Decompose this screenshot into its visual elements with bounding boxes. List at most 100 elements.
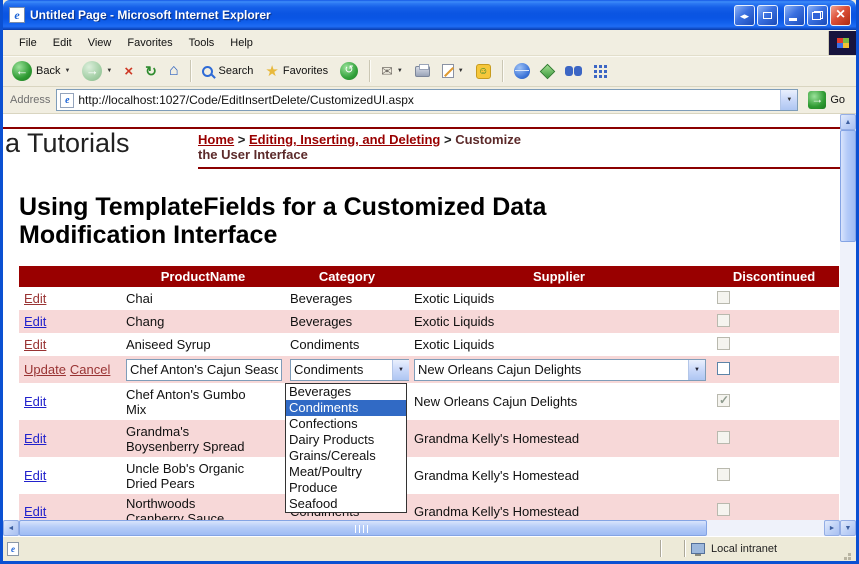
table-row: Edit Aniseed Syrup Condiments Exotic Liq…: [19, 333, 839, 356]
supplier-cell: New Orleans Cajun Delights: [409, 394, 709, 409]
edit-link[interactable]: Edit: [24, 394, 46, 409]
product-cell: Chef Anton's Gumbo Mix: [126, 387, 254, 417]
breadcrumb-section-link[interactable]: Editing, Inserting, and Deleting: [249, 132, 440, 147]
discontinued-checkbox: [717, 468, 730, 481]
back-dropdown-icon[interactable]: [64, 68, 70, 74]
edit-page-button[interactable]: [437, 62, 469, 80]
forward-button[interactable]: [77, 59, 117, 83]
dropdown-option[interactable]: Seafood: [286, 496, 406, 512]
nav-arrows-button[interactable]: [734, 5, 755, 26]
window-icon: [763, 12, 772, 19]
supplier-cell: Grandma Kelly's Homestead: [409, 431, 709, 446]
scroll-up-button[interactable]: [840, 114, 856, 130]
menu-file[interactable]: File: [11, 34, 45, 52]
category-dropdown[interactable]: Condiments: [290, 359, 409, 381]
address-label: Address: [10, 94, 50, 106]
edit-link[interactable]: Edit: [24, 314, 46, 329]
search-button[interactable]: Search: [197, 63, 259, 79]
edit-link[interactable]: Edit: [24, 291, 46, 306]
dropdown-option[interactable]: Meat/Poultry: [286, 464, 406, 480]
chevron-down-icon[interactable]: [392, 360, 409, 380]
edit-link[interactable]: Edit: [24, 468, 46, 483]
chevron-down-icon[interactable]: [688, 360, 705, 380]
close-button[interactable]: [830, 5, 851, 26]
refresh-icon: [145, 63, 157, 80]
dropdown-option[interactable]: Confections: [286, 416, 406, 432]
minimize-button[interactable]: [784, 5, 805, 26]
window-popout-button[interactable]: [757, 5, 778, 26]
standard-toolbar: Back Search Favorites: [3, 56, 856, 87]
go-button[interactable]: Go: [804, 90, 849, 110]
history-icon: [340, 62, 358, 80]
minimize-icon: [789, 18, 797, 21]
breadcrumb-current: the User Interface: [198, 147, 308, 162]
discontinued-checkbox: [717, 431, 730, 444]
mail-dropdown-icon[interactable]: [397, 68, 403, 74]
history-button[interactable]: [335, 60, 363, 82]
resize-grip[interactable]: [840, 549, 852, 561]
messenger-icon: [476, 64, 491, 79]
dropdown-option[interactable]: Beverages: [286, 384, 406, 400]
menu-edit[interactable]: Edit: [45, 34, 80, 52]
supplier-cell: Grandma Kelly's Homestead: [409, 504, 709, 519]
product-name-input[interactable]: [126, 359, 282, 381]
cancel-link[interactable]: Cancel: [70, 362, 110, 377]
addon-button-1[interactable]: [509, 61, 535, 81]
mail-button[interactable]: [376, 61, 408, 82]
dropdown-option[interactable]: Produce: [286, 480, 406, 496]
menu-favorites[interactable]: Favorites: [119, 34, 180, 52]
dots-grid-icon: [594, 65, 607, 78]
supplier-dropdown[interactable]: New Orleans Cajun Delights: [414, 359, 706, 381]
edit-link[interactable]: Edit: [24, 504, 46, 519]
addon-button-4[interactable]: [589, 63, 612, 80]
messenger-button[interactable]: [471, 62, 496, 81]
supplier-selected-value: New Orleans Cajun Delights: [415, 362, 688, 377]
ie-app-icon: [9, 7, 25, 23]
address-url: http://localhost:1027/Code/EditInsertDel…: [78, 93, 780, 107]
favorites-label: Favorites: [283, 65, 328, 77]
breadcrumb-home-link[interactable]: Home: [198, 132, 234, 147]
product-cell: Grandma's Boysenberry Spread: [126, 424, 254, 454]
menu-help[interactable]: Help: [222, 34, 261, 52]
vertical-scroll-thumb[interactable]: [840, 130, 856, 242]
dropdown-option[interactable]: Grains/Cereals: [286, 448, 406, 464]
addon-button-3[interactable]: [560, 64, 587, 78]
discontinued-checkbox[interactable]: [717, 362, 730, 375]
menu-bar: File Edit View Favorites Tools Help: [3, 30, 856, 56]
menu-tools[interactable]: Tools: [181, 34, 223, 52]
address-input[interactable]: http://localhost:1027/Code/EditInsertDel…: [56, 89, 798, 111]
print-button[interactable]: [410, 64, 435, 79]
stop-button[interactable]: [119, 61, 138, 82]
edit-pencil-icon: [442, 64, 454, 78]
addon-button-2[interactable]: [537, 64, 558, 79]
forward-dropdown-icon[interactable]: [106, 68, 112, 74]
address-dropdown-icon[interactable]: [780, 90, 797, 110]
dropdown-option[interactable]: Dairy Products: [286, 432, 406, 448]
vertical-scrollbar[interactable]: [840, 114, 856, 536]
edit-dropdown-icon[interactable]: [458, 68, 464, 74]
toolbar-separator: [502, 60, 503, 82]
table-row: Edit Grandma's Boysenberry Spread Grandm…: [19, 420, 839, 457]
back-button[interactable]: Back: [7, 59, 75, 83]
edit-link[interactable]: Edit: [24, 431, 46, 446]
security-zone-label: Local intranet: [711, 543, 777, 555]
table-row: Edit Chai Beverages Exotic Liquids: [19, 287, 839, 310]
update-link[interactable]: Update: [24, 362, 66, 377]
refresh-button[interactable]: [140, 61, 162, 82]
scroll-right-button[interactable]: [824, 520, 840, 536]
dropdown-option-selected[interactable]: Condiments: [286, 400, 406, 416]
home-button[interactable]: [164, 60, 184, 82]
horizontal-scroll-thumb[interactable]: [19, 520, 707, 536]
header-rule-bottom: [198, 167, 840, 169]
edit-link[interactable]: Edit: [24, 337, 46, 352]
favorites-button[interactable]: Favorites: [260, 60, 333, 82]
title-bar[interactable]: Untitled Page - Microsoft Internet Explo…: [3, 0, 856, 30]
scroll-down-button[interactable]: [840, 520, 856, 536]
menu-view[interactable]: View: [80, 34, 120, 52]
horizontal-scrollbar[interactable]: [3, 520, 840, 536]
restore-button[interactable]: [807, 5, 828, 26]
product-cell: Aniseed Syrup: [121, 337, 285, 352]
address-bar: Address http://localhost:1027/Code/EditI…: [3, 87, 856, 114]
scroll-left-button[interactable]: [3, 520, 19, 536]
breadcrumb-separator: >: [238, 132, 246, 147]
